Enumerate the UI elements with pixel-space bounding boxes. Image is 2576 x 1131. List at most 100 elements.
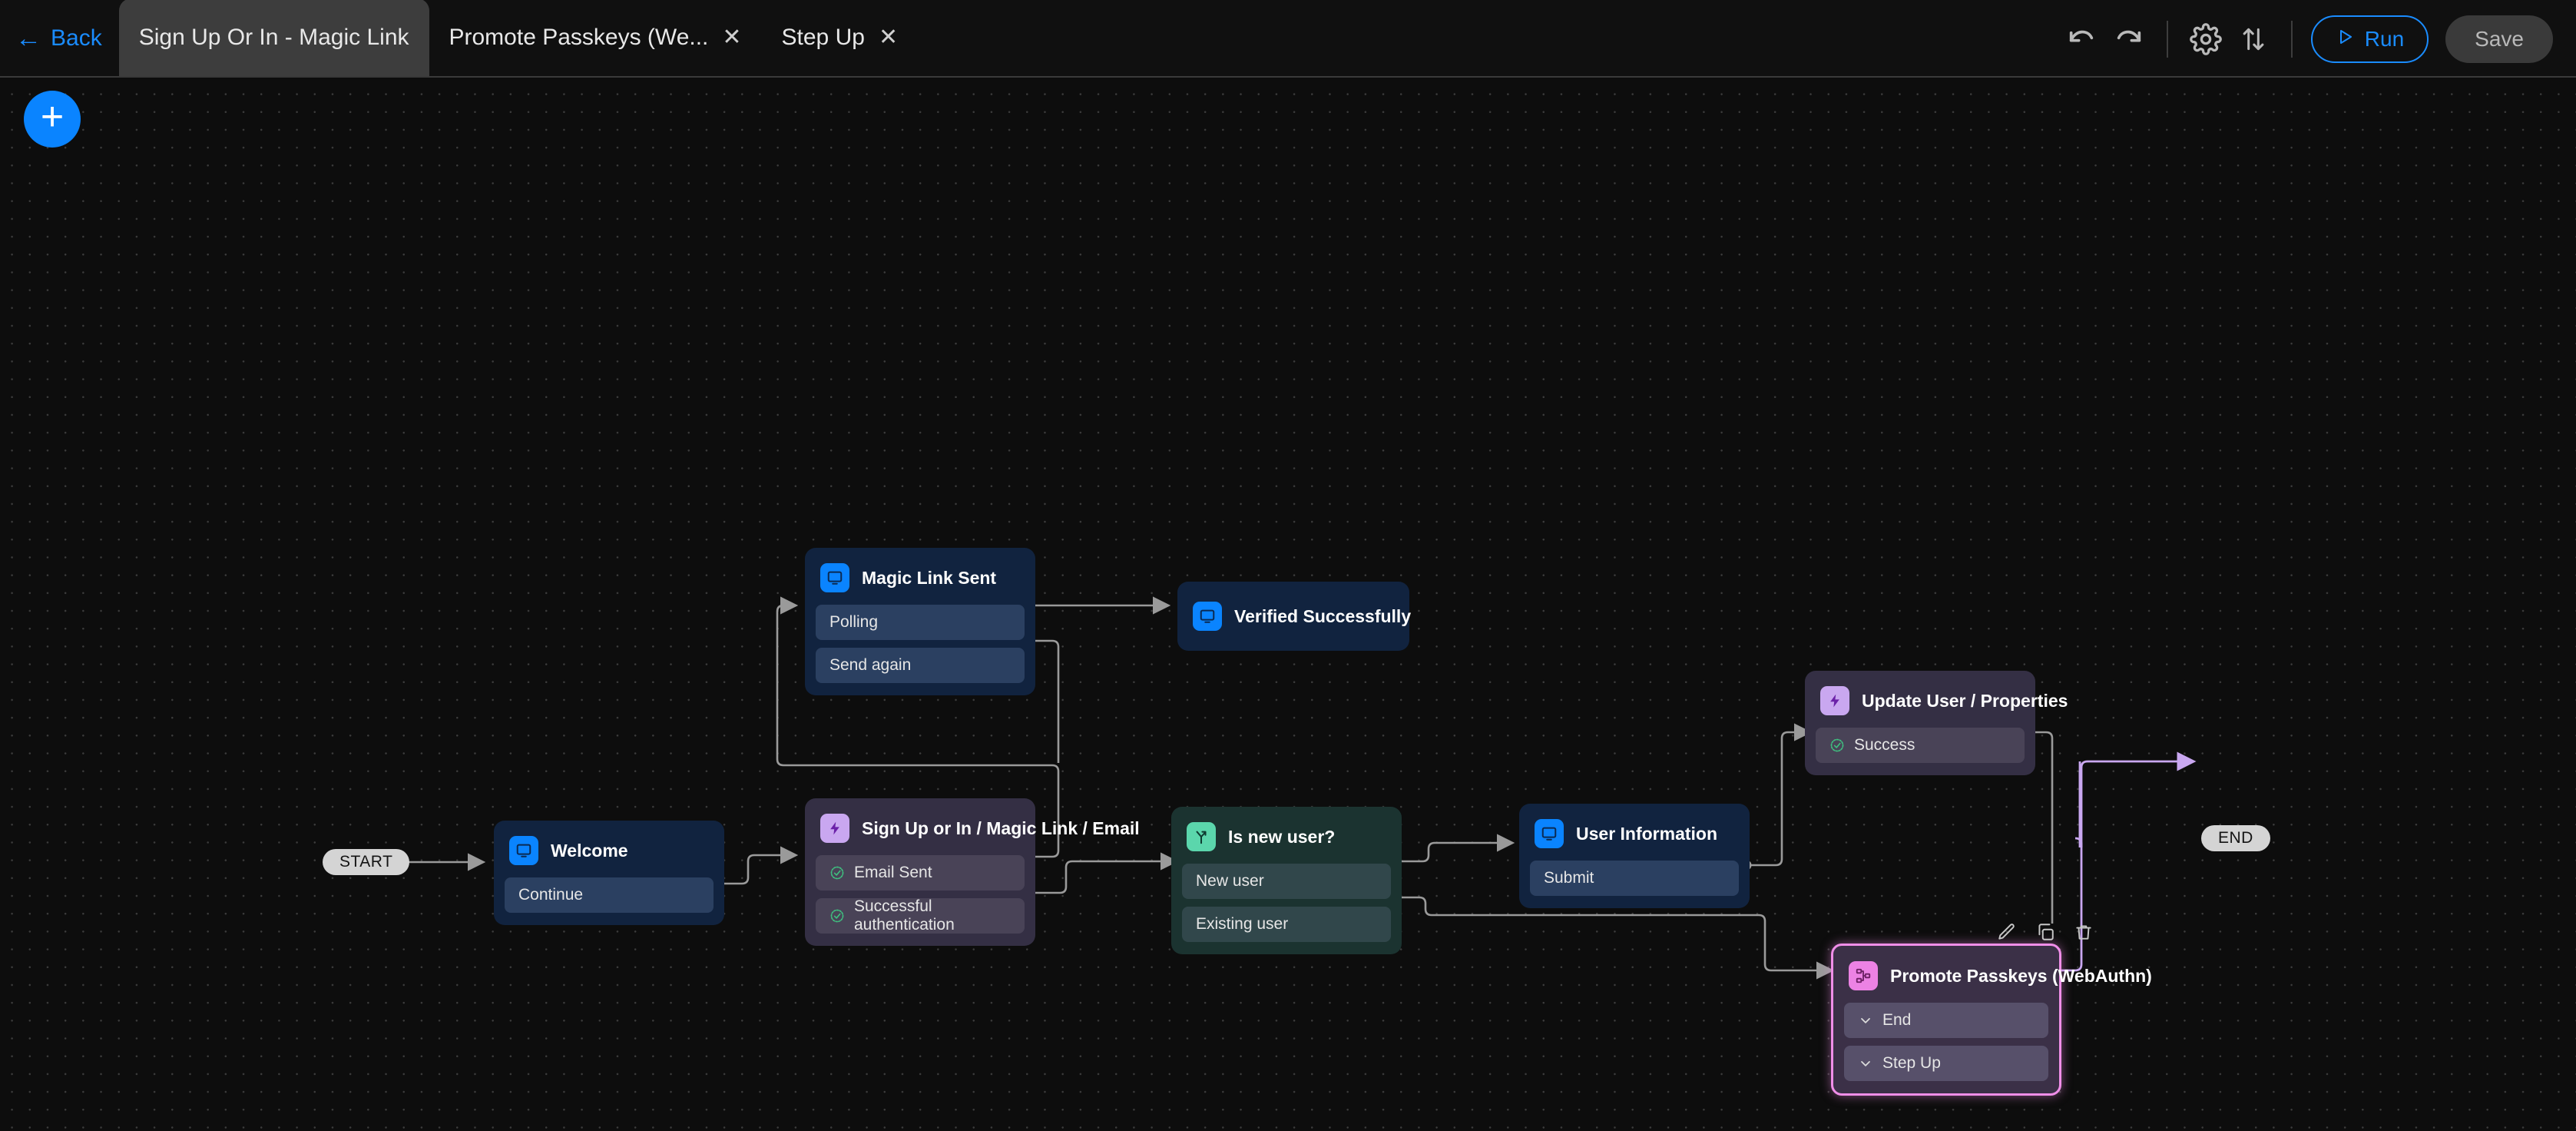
node-row-existing-user[interactable]: Existing user bbox=[1182, 907, 1391, 942]
node-header: Welcome bbox=[505, 831, 714, 868]
run-button[interactable]: Run bbox=[2311, 15, 2429, 63]
node-header: User Information bbox=[1530, 814, 1739, 851]
close-icon[interactable]: ✕ bbox=[879, 26, 898, 49]
flow-canvas[interactable]: + bbox=[0, 79, 2576, 1131]
node-row-end[interactable]: End bbox=[1844, 1003, 2048, 1038]
plus-icon: + bbox=[41, 97, 64, 137]
row-label: Existing user bbox=[1196, 915, 1288, 934]
start-node[interactable]: START bbox=[323, 849, 409, 875]
screen-icon bbox=[509, 836, 538, 865]
node-row-successful-authentication[interactable]: Successful authentication bbox=[816, 898, 1025, 934]
node-promote-passkeys[interactable]: Promote Passkeys (WebAuthn) End Step Up bbox=[1831, 944, 2061, 1096]
chevron-down-icon bbox=[1858, 1056, 1873, 1071]
back-arrow-icon: ← bbox=[15, 25, 41, 51]
tab-label: Sign Up Or In - Magic Link bbox=[139, 26, 409, 49]
screen-icon bbox=[1535, 819, 1564, 848]
node-title: Promote Passkeys (WebAuthn) bbox=[1890, 966, 2152, 987]
run-label: Run bbox=[2365, 27, 2404, 51]
toolbar-divider bbox=[2167, 21, 2168, 58]
node-rows: Email Sent Successful authentication bbox=[816, 855, 1025, 934]
node-header: Update User / Properties bbox=[1816, 682, 2025, 718]
branch-icon bbox=[1187, 822, 1216, 851]
node-rows: Polling Send again bbox=[816, 605, 1025, 683]
node-header: Is new user? bbox=[1182, 818, 1391, 854]
node-row-new-user[interactable]: New user bbox=[1182, 864, 1391, 899]
row-label: Send again bbox=[829, 656, 911, 675]
end-node[interactable]: END bbox=[2201, 825, 2270, 851]
row-label: Continue bbox=[518, 886, 583, 904]
tab-label: Step Up bbox=[782, 26, 865, 49]
row-label: End bbox=[1882, 1011, 1911, 1030]
check-circle-icon bbox=[1829, 738, 1845, 753]
bolt-icon bbox=[820, 814, 849, 843]
screen-icon bbox=[820, 563, 849, 592]
save-label: Save bbox=[2475, 27, 2524, 51]
row-label: Polling bbox=[829, 613, 878, 632]
node-sign-up-or-in[interactable]: Sign Up or In / Magic Link / Email Email… bbox=[805, 798, 1035, 946]
node-row-email-sent[interactable]: Email Sent bbox=[816, 855, 1025, 891]
close-icon[interactable]: ✕ bbox=[722, 26, 741, 49]
node-title: Magic Link Sent bbox=[862, 568, 996, 589]
node-title: Update User / Properties bbox=[1862, 691, 2068, 711]
check-circle-icon bbox=[829, 908, 845, 924]
node-user-information[interactable]: User Information Submit bbox=[1519, 804, 1750, 908]
sort-arrows-icon[interactable] bbox=[2230, 15, 2277, 63]
back-button[interactable]: ← Back bbox=[0, 0, 119, 77]
chevron-down-icon bbox=[1858, 1013, 1873, 1028]
node-rows: Submit bbox=[1530, 861, 1739, 896]
redo-icon[interactable] bbox=[2105, 15, 2153, 63]
node-row-continue[interactable]: Continue bbox=[505, 877, 714, 913]
node-verified-successfully[interactable]: Verified Successfully bbox=[1177, 582, 1409, 651]
node-update-user-properties[interactable]: Update User / Properties Success bbox=[1805, 671, 2035, 775]
undo-icon[interactable] bbox=[2058, 15, 2105, 63]
node-row-success[interactable]: Success bbox=[1816, 728, 2025, 763]
node-header: Magic Link Sent bbox=[816, 559, 1025, 595]
tab-promote-passkeys[interactable]: Promote Passkeys (We... ✕ bbox=[429, 0, 762, 76]
row-label: Submit bbox=[1544, 869, 1594, 887]
node-welcome[interactable]: Welcome Continue bbox=[494, 821, 724, 925]
end-label: END bbox=[2218, 829, 2253, 847]
trash-icon[interactable] bbox=[2074, 922, 2094, 942]
node-title: User Information bbox=[1576, 824, 1717, 844]
row-label: Email Sent bbox=[854, 864, 932, 882]
node-row-step-up[interactable]: Step Up bbox=[1844, 1046, 2048, 1081]
node-rows: End Step Up bbox=[1844, 1003, 2048, 1081]
back-label: Back bbox=[51, 25, 102, 51]
play-icon bbox=[2336, 27, 2354, 51]
row-label: Step Up bbox=[1882, 1054, 1941, 1073]
top-toolbar: Run Save bbox=[2058, 0, 2553, 78]
bolt-icon bbox=[1820, 686, 1849, 715]
row-label: Successful authentication bbox=[854, 897, 1011, 934]
subflow-icon bbox=[1849, 961, 1878, 990]
node-header: Sign Up or In / Magic Link / Email bbox=[816, 809, 1025, 846]
start-label: START bbox=[339, 853, 392, 871]
node-row-send-again[interactable]: Send again bbox=[816, 648, 1025, 683]
toolbar-divider bbox=[2291, 21, 2293, 58]
gear-icon[interactable] bbox=[2182, 15, 2230, 63]
node-title: Sign Up or In / Magic Link / Email bbox=[862, 818, 1140, 839]
tab-label: Promote Passkeys (We... bbox=[449, 26, 709, 49]
node-header: Verified Successfully bbox=[1188, 592, 1399, 640]
node-rows: New user Existing user bbox=[1182, 864, 1391, 942]
pencil-icon[interactable] bbox=[1997, 922, 2017, 942]
node-rows: Continue bbox=[505, 877, 714, 913]
node-rows: Success bbox=[1816, 728, 2025, 763]
check-circle-icon bbox=[829, 865, 845, 881]
node-header: Promote Passkeys (WebAuthn) bbox=[1844, 957, 2048, 993]
tab-strip: Sign Up Or In - Magic Link Promote Passk… bbox=[119, 0, 918, 76]
top-bar: ← Back Sign Up Or In - Magic Link Promot… bbox=[0, 0, 2576, 78]
node-action-toolbar bbox=[1997, 922, 2094, 942]
save-button[interactable]: Save bbox=[2445, 15, 2553, 63]
node-title: Welcome bbox=[551, 841, 628, 861]
node-is-new-user[interactable]: Is new user? New user Existing user bbox=[1171, 807, 1402, 954]
tab-sign-up-or-in-magic-link[interactable]: Sign Up Or In - Magic Link bbox=[119, 0, 429, 76]
row-label: New user bbox=[1196, 872, 1264, 891]
copy-icon[interactable] bbox=[2035, 922, 2055, 942]
node-title: Is new user? bbox=[1228, 827, 1335, 847]
tab-step-up[interactable]: Step Up ✕ bbox=[762, 0, 919, 76]
node-magic-link-sent[interactable]: Magic Link Sent Polling Send again bbox=[805, 548, 1035, 695]
node-row-polling[interactable]: Polling bbox=[816, 605, 1025, 640]
node-row-submit[interactable]: Submit bbox=[1530, 861, 1739, 896]
add-node-button[interactable]: + bbox=[24, 91, 81, 148]
screen-icon bbox=[1193, 602, 1222, 631]
